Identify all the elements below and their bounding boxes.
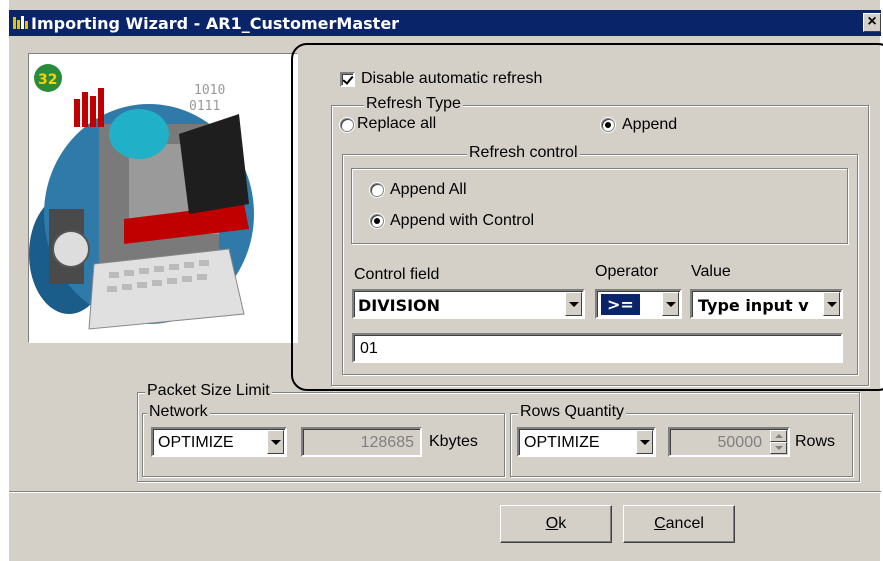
refresh-control-legend: Refresh control — [467, 144, 580, 162]
packet-size-limit-legend: Packet Size Limit — [145, 382, 272, 400]
refresh-type-legend: Refresh Type — [364, 95, 463, 113]
wizard-artwork-panel: 1010 0111 32 — [28, 53, 298, 343]
disable-refresh-checkbox[interactable] — [340, 72, 355, 87]
computer-clipart-icon: 1010 0111 32 — [29, 64, 254, 330]
operator-label: Operator — [595, 263, 659, 280]
cancel-button[interactable]: Cancel — [623, 505, 735, 543]
rows-mode-combo[interactable]: OPTIMIZE — [517, 427, 656, 457]
chevron-down-icon[interactable] — [823, 292, 840, 316]
append-radio[interactable] — [601, 118, 615, 132]
control-value-input[interactable]: 01 — [352, 333, 843, 363]
rows-quantity-field[interactable]: 50000 — [668, 427, 790, 457]
window-title: Importing Wizard - AR1_CustomerMaster — [31, 14, 400, 33]
close-button[interactable]: × — [863, 13, 881, 32]
cancel-label: ancel — [665, 515, 704, 532]
separator — [9, 491, 881, 493]
append-with-control-label[interactable]: Append with Control — [390, 212, 534, 230]
network-mode-combo[interactable]: OPTIMIZE — [151, 427, 287, 457]
append-all-radio[interactable] — [370, 183, 384, 197]
chevron-down-icon[interactable] — [662, 292, 679, 316]
chevron-down-icon[interactable] — [565, 292, 582, 316]
replace-all-radio[interactable] — [340, 118, 354, 132]
control-field-value: DIVISION — [358, 296, 441, 315]
append-label[interactable]: Append — [622, 116, 677, 134]
badge-32: 32 — [38, 72, 57, 88]
rows-quantity-legend: Rows Quantity — [518, 403, 627, 421]
ok-button[interactable]: Ok — [500, 505, 612, 543]
append-mode-box — [351, 168, 848, 244]
value-type-value: Type input v — [698, 296, 809, 315]
spin-down-icon[interactable] — [770, 442, 787, 454]
value-type-combo[interactable]: Type input v — [690, 289, 843, 319]
control-field-combo[interactable]: DIVISION — [352, 289, 585, 319]
rows-label: Rows — [795, 433, 836, 450]
close-icon: × — [867, 13, 877, 30]
operator-combo[interactable]: >= — [595, 289, 682, 319]
cancel-mnemonic: C — [654, 515, 666, 532]
value-label: Value — [691, 263, 731, 280]
svg-text:0111: 0111 — [189, 99, 220, 114]
chevron-down-icon[interactable] — [267, 430, 284, 454]
ok-label: k — [558, 515, 567, 532]
append-all-label[interactable]: Append All — [390, 181, 467, 199]
ok-mnemonic: O — [545, 515, 559, 532]
wizard-app-icon — [13, 16, 28, 29]
importing-wizard-window: Importing Wizard - AR1_CustomerMaster × … — [8, 0, 883, 561]
kbytes-label: Kbytes — [429, 433, 478, 450]
disable-refresh-label[interactable]: Disable automatic refresh — [361, 70, 542, 88]
control-field-label: Control field — [354, 266, 440, 283]
rows-spinner[interactable] — [770, 430, 787, 454]
network-mode-value: OPTIMIZE — [158, 434, 234, 451]
svg-text:1010: 1010 — [194, 83, 225, 98]
rows-quantity-value: 50000 — [717, 434, 763, 451]
spin-up-icon[interactable] — [770, 430, 787, 442]
network-legend: Network — [147, 403, 210, 421]
append-with-control-radio[interactable] — [370, 214, 384, 228]
rows-mode-value: OPTIMIZE — [524, 434, 600, 451]
operator-value: >= — [600, 293, 641, 316]
network-kbytes-field[interactable]: 128685 — [301, 427, 422, 457]
title-bar: Importing Wizard - AR1_CustomerMaster — [9, 10, 881, 36]
replace-all-label[interactable]: Replace all — [357, 115, 436, 133]
chevron-down-icon[interactable] — [636, 430, 653, 454]
